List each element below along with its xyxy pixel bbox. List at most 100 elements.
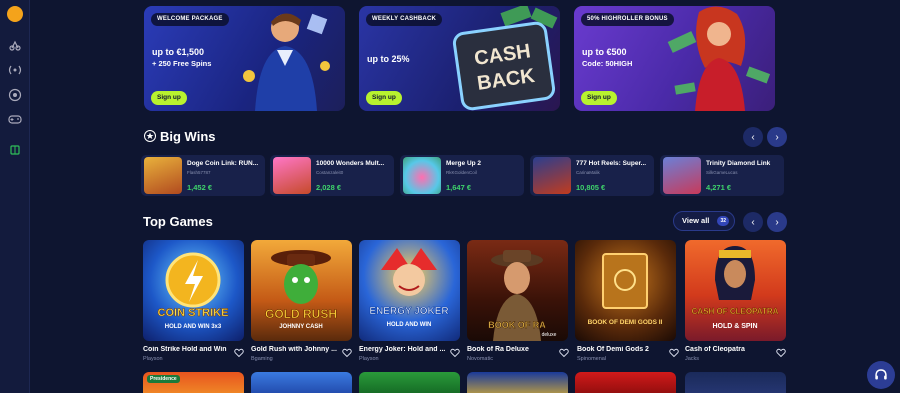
win-game-title: Trinity Diamond Link [706,160,771,167]
game-tile-row2[interactable] [685,372,786,393]
gift-icon[interactable] [8,142,22,156]
game-art-subtitle: HOLD & SPIN [712,323,757,330]
game-provider: Playson [143,356,163,362]
live-icon[interactable] [8,63,22,77]
game-name[interactable]: Energy Joker: Hold and ... [359,346,445,353]
game-badge: Presidence [147,375,180,383]
game-tile-row2[interactable] [467,372,568,393]
headset-icon [875,369,887,380]
win-amount: 4,271 € [706,183,732,192]
big-wins-next-button[interactable]: › [767,127,787,147]
big-wins-title: Big Wins [160,129,216,144]
game-provider: Novomatic [467,356,493,362]
promo-highroller-bonus[interactable]: 50% HIGHROLLER BONUS up to €500 Code: 50… [574,6,775,111]
win-game-title: Doge Coin Link: RUN... [187,160,259,167]
win-username: Flash57787 [187,170,211,175]
top-games-next-button[interactable]: › [767,212,787,232]
top-games-prev-button[interactable]: ‹ [743,212,763,232]
game-art-title: COIN STRIKE [158,307,229,319]
football-icon[interactable] [8,88,22,102]
game-name[interactable]: Cash of Cleopatra [685,346,771,353]
favorite-heart-icon[interactable] [450,348,460,358]
game-art-subtitle: JOHNNY CASH [279,324,323,330]
game-provider: Jacks [685,356,700,362]
game-artwork: BOOK OF RA deluxe [488,250,557,341]
favorite-heart-icon[interactable] [669,348,679,358]
chevron-left-icon: ‹ [751,216,755,228]
chevron-right-icon: › [775,131,779,143]
cashback-sign-illustration: CASH BACK [452,6,558,111]
game-tile-row2[interactable]: Presidence [143,372,244,393]
game-thumbnail [144,157,182,194]
win-game-title: Merge Up 2 [446,160,482,167]
game-art-title: ENERGY JOKER [369,306,449,317]
game-tile-row2[interactable] [251,372,352,393]
game-art-subtitle: HOLD AND WIN 3x3 [165,324,222,330]
game-art-subtitle: deluxe [542,332,557,338]
win-username: RkKGoldenCoil [446,170,477,175]
star-badge-icon [144,130,156,142]
game-art-title: BOOK OF DEMI GODS II [588,319,663,326]
chevron-right-icon: › [775,216,779,228]
promo-tag: WEEKLY CASHBACK [366,13,443,26]
view-all-label: View all [682,216,710,225]
promo-welcome-package[interactable]: WELCOME PACKAGE up to €1,500 + 250 Free … [144,6,345,111]
logo-icon[interactable] [7,6,23,22]
game-tile-gold-rush[interactable]: GOLD RUSH JOHNNY CASH [251,240,352,341]
big-win-item[interactable]: Merge Up 2 RkKGoldenCoil 1,647 € [400,155,524,196]
win-amount: 1,452 € [187,183,213,192]
game-tile-row2[interactable] [359,372,460,393]
game-art-title: CASH OF CLEOPATRA [692,307,779,316]
promo-tag: WELCOME PACKAGE [151,13,229,26]
game-tile-energy-joker[interactable]: ENERGY JOKER HOLD AND WIN [359,240,460,341]
win-username: CarinaMalik [576,170,600,175]
game-artwork: GOLD RUSH JOHNNY CASH [265,250,337,330]
promo-title: up to €500 [582,47,627,57]
favorite-heart-icon[interactable] [559,348,569,358]
game-name[interactable]: Book of Ra Deluxe [467,346,553,353]
game-artwork: CASH OF CLEOPATRA HOLD & SPIN [691,246,779,330]
game-provider: Playson [359,356,379,362]
game-artwork: ENERGY JOKER HOLD AND WIN [369,248,450,328]
support-chat-button[interactable] [867,361,895,389]
favorite-heart-icon[interactable] [234,348,244,358]
game-tile-book-of-demi-gods[interactable]: BOOK OF DEMI GODS II [575,240,676,341]
win-amount: 2,028 € [316,183,342,192]
sidebar [0,0,30,393]
game-thumbnail [273,157,311,194]
game-name[interactable]: Coin Strike Hold and Win [143,346,229,353]
promo-weekly-cashback[interactable]: WEEKLY CASHBACK up to 25% CASH BACK Sign… [359,6,560,111]
game-thumbnail [533,157,571,194]
big-win-item[interactable]: 777 Hot Reels: Super... CarinaMalik 10,8… [530,155,654,196]
gamepad-icon[interactable] [8,112,22,126]
game-name[interactable]: Gold Rush with Johnny ... [251,346,337,353]
games-count-badge: 32 [717,216,729,226]
gambler-illustration [243,13,330,111]
game-tile-row2[interactable] [575,372,676,393]
game-tile-coin-strike[interactable]: COIN STRIKE HOLD AND WIN 3x3 [143,240,244,341]
favorite-heart-icon[interactable] [342,348,352,358]
game-art-title: GOLD RUSH [265,307,337,321]
game-tile-cash-of-cleopatra[interactable]: CASH OF CLEOPATRA HOLD & SPIN [685,240,786,341]
win-username: Costanzaleit0 [316,170,344,175]
favorite-heart-icon[interactable] [776,348,786,358]
sign-up-button[interactable]: Sign up [581,91,617,105]
view-all-button[interactable]: View all 32 [673,211,735,231]
game-art-subtitle: HOLD AND WIN [387,322,432,328]
big-win-item[interactable]: Trinity Diamond Link SilkGameLucas 4,271… [660,155,784,196]
game-tile-book-of-ra[interactable]: BOOK OF RA deluxe [467,240,568,341]
game-name[interactable]: Book Of Demi Gods 2 [577,346,663,353]
big-wins-prev-button[interactable]: ‹ [743,127,763,147]
big-win-item[interactable]: Doge Coin Link: RUN... Flash57787 1,452 … [141,155,265,196]
sign-up-button[interactable]: Sign up [151,91,187,105]
sign-up-button[interactable]: Sign up [366,91,402,105]
big-win-item[interactable]: 10000 Wonders Mult... Costanzaleit0 2,02… [270,155,394,196]
win-amount: 10,805 € [576,183,606,192]
win-amount: 1,647 € [446,183,472,192]
game-provider: Spinomenal [577,356,607,362]
promo-title: up to 25% [367,54,410,64]
promo-subtitle: Code: 50HIGH [582,59,633,68]
sports-icon[interactable] [8,38,22,52]
promo-title: up to €1,500 [152,47,205,57]
redhead-woman-illustration [667,6,771,111]
